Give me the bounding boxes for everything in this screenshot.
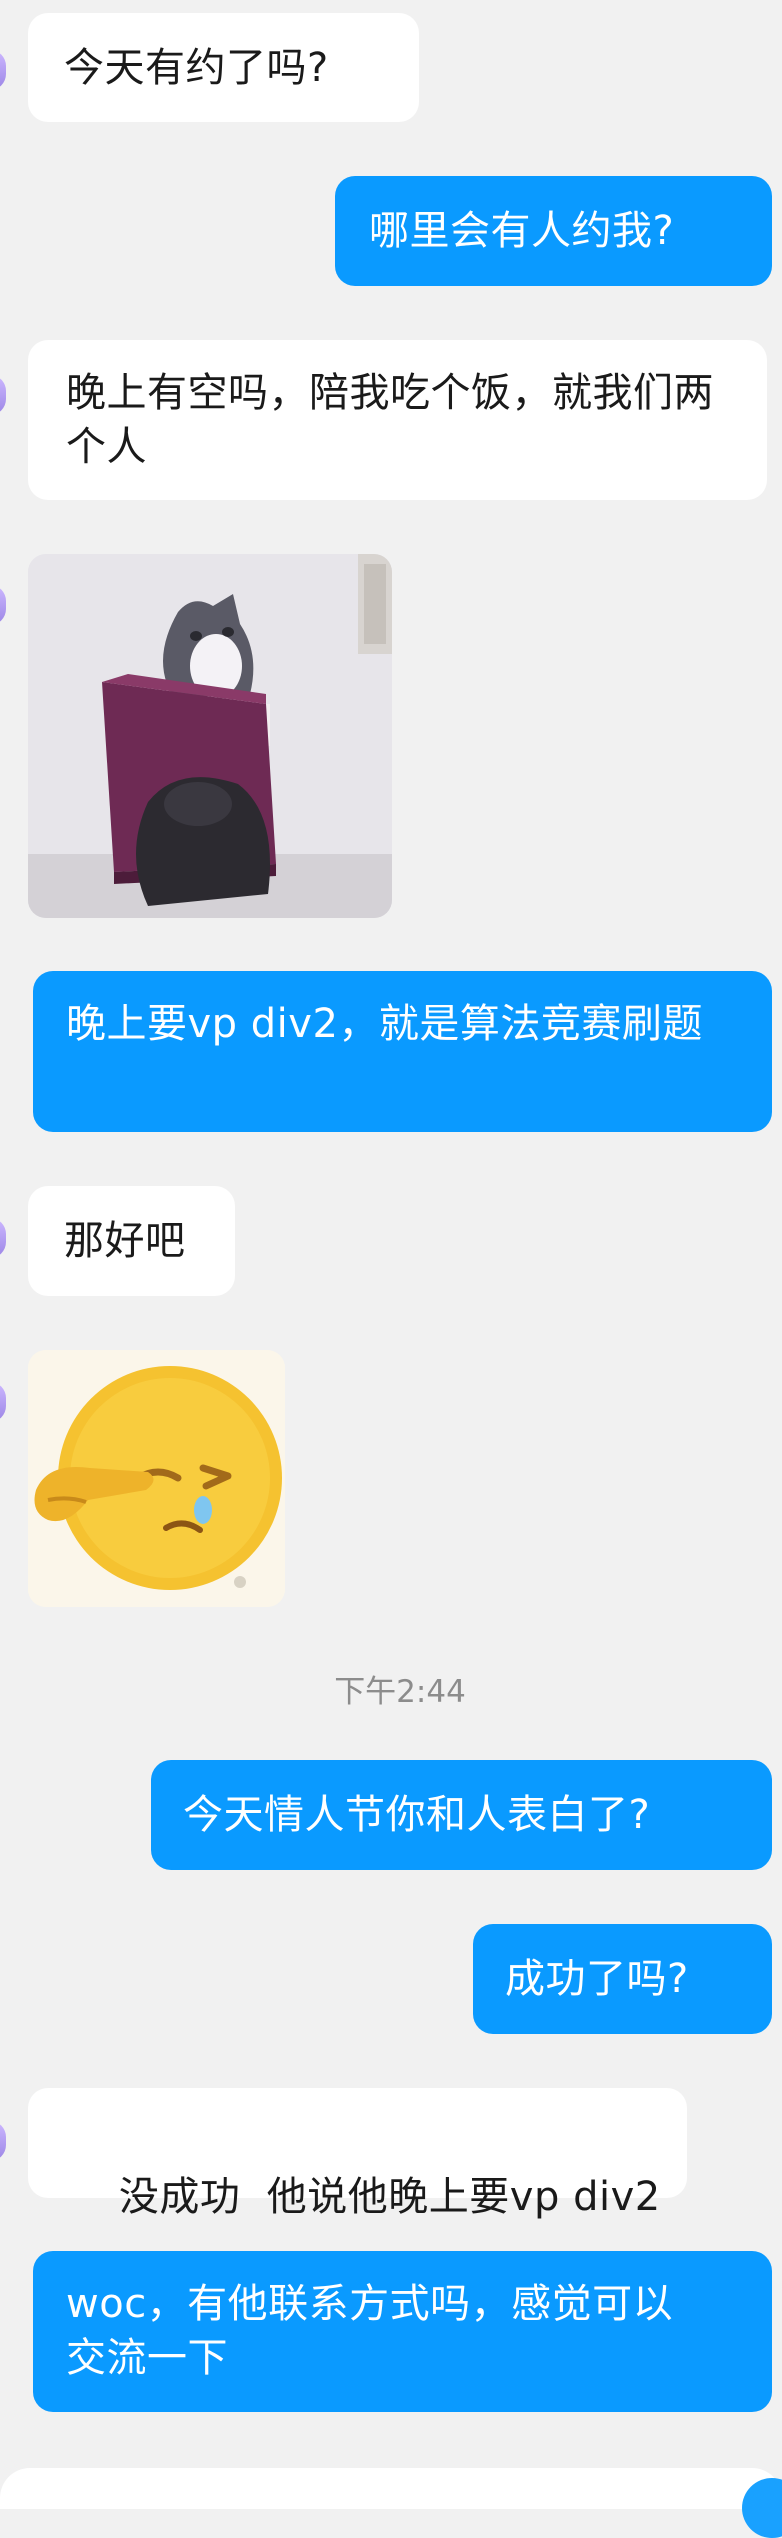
outgoing-message-bubble[interactable]: woc，有他联系方式吗，感觉可以交流一下 [33,2251,772,2412]
message-timestamp: 下午2:44 [334,1674,466,1710]
crying-face-emoji-illustration [28,1350,285,1607]
message-text: 没成功 他说他晚上要vp div2 [118,2174,661,2220]
message-text: 今天情人节你和人表白了? [183,1792,651,1838]
outgoing-message-bubble[interactable]: 成功了吗? [473,1924,772,2034]
incoming-message-bubble[interactable]: 晚上有空吗，陪我吃个饭，就我们两个人 [28,340,767,500]
avatar[interactable] [0,50,6,90]
message-text: 今天有约了吗? [64,45,329,91]
incoming-message-bubble[interactable]: 今天有约了吗? [28,13,419,122]
message-text: 晚上有空吗，陪我吃个饭，就我们两个人 [66,370,714,470]
crying-face-emoji-sticker[interactable] [28,1350,285,1607]
outgoing-message-bubble[interactable]: 今天情人节你和人表白了? [151,1760,772,1870]
message-text: 哪里会有人约我? [369,208,675,254]
avatar[interactable] [0,1218,6,1258]
message-input-bar[interactable] [0,2468,782,2509]
incoming-message-bubble[interactable]: 没成功 他说他晚上要vp div2 [28,2088,687,2220]
outgoing-message-bubble[interactable]: 哪里会有人约我? [335,176,772,286]
incoming-message-bubble[interactable]: 那好吧 [28,1186,235,1296]
avatar[interactable] [0,2121,6,2161]
message-text: 晚上要vp div2，就是算法竞赛刷题 [66,1001,703,1047]
cat-in-box-illustration [28,554,392,918]
outgoing-message-bubble[interactable]: 晚上要vp div2，就是算法竞赛刷题 [33,971,772,1132]
cat-in-box-sticker[interactable] [28,554,392,918]
avatar[interactable] [0,375,6,415]
message-text: 成功了吗? [505,1956,689,2002]
message-text: woc，有他联系方式吗，感觉可以交流一下 [66,2281,674,2381]
avatar[interactable] [0,585,6,625]
message-text: 那好吧 [64,1218,186,1264]
avatar[interactable] [0,1382,6,1422]
